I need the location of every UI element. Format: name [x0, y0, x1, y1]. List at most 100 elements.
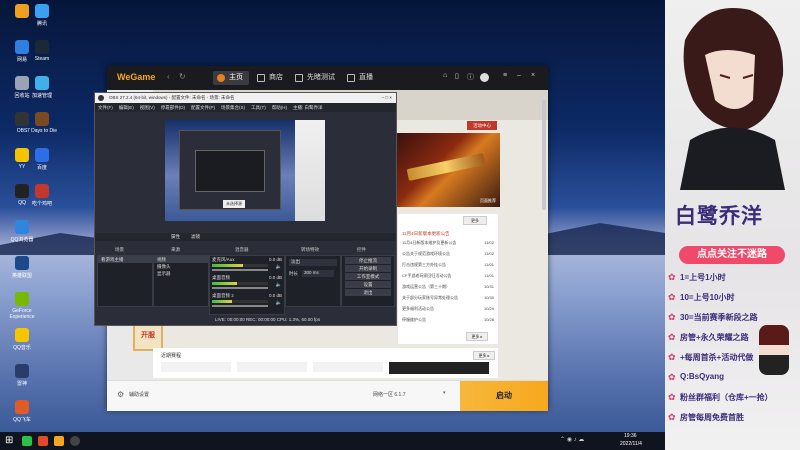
schedule-card[interactable]: [313, 362, 383, 372]
stream-info-line: 10=上号10小时: [680, 293, 735, 302]
speaker-icon[interactable]: 🔈: [276, 300, 282, 306]
tab-home[interactable]: 主页: [213, 71, 249, 85]
scene-item[interactable]: 看游戏主播: [98, 256, 152, 263]
volume-slider[interactable]: [212, 269, 268, 271]
desktop-icon-label: 腾讯: [36, 21, 47, 27]
volume-slider[interactable]: [212, 305, 268, 307]
desktop-icon[interactable]: GeForce Experience: [0, 292, 44, 320]
news-item[interactable]: 关于部分玩家账号异常处理公告 10/30: [402, 295, 494, 306]
obs-preview[interactable]: 未选择源: [165, 120, 325, 221]
obs-menu-item[interactable]: 视图(V): [140, 105, 155, 110]
desktop-icon[interactable]: 雷神: [0, 364, 44, 387]
activity-center-button[interactable]: 活动中心: [467, 121, 497, 130]
obs-menu-item[interactable]: 配置文件(P): [191, 105, 215, 110]
menu-icon[interactable]: ≡: [503, 72, 507, 79]
desktop-icon-label: 雷神: [16, 381, 27, 387]
settings-icon[interactable]: ⚙: [117, 390, 124, 399]
volume-slider[interactable]: [212, 287, 268, 289]
wegame-taskbar-icon[interactable]: [54, 436, 64, 446]
obs-control-button[interactable]: 设置: [345, 281, 391, 288]
schedule-card[interactable]: [161, 362, 231, 372]
obs-taskbar-icon[interactable]: [70, 436, 80, 446]
news-item[interactable]: 停服维护公告 10/28: [402, 317, 494, 328]
desktop-icon[interactable]: QQ浏览器: [0, 220, 44, 243]
desktop-icon[interactable]: 腾讯: [20, 4, 64, 27]
news-item[interactable]: 更多福利活动公告 10/29: [402, 306, 494, 317]
wechat-icon[interactable]: [22, 436, 32, 446]
browser-icon[interactable]: [38, 436, 48, 446]
duration-input[interactable]: 300 ms: [302, 270, 334, 277]
tab-preview-test[interactable]: 先睹测试: [291, 71, 341, 85]
news-item[interactable]: 11月4日新版本维护及更新公告 11/02: [402, 240, 494, 251]
tray-icons[interactable]: ⌃ ◉ ♪ ☁: [560, 436, 584, 443]
mixer-track-name: 桌面音频: [212, 275, 230, 280]
filters-button[interactable]: 滤镜: [191, 234, 200, 240]
close-icon[interactable]: ×: [531, 72, 535, 79]
tab-store[interactable]: 商店: [253, 71, 289, 85]
news-more-link[interactable]: 更多 ▸: [466, 332, 488, 341]
flower-icon: ✿: [668, 332, 676, 342]
news-item-date: 10/28: [483, 317, 494, 322]
desktop-icon[interactable]: 加速管理: [20, 76, 64, 99]
obs-control-button[interactable]: 开始录制: [345, 265, 391, 272]
chevron-down-icon[interactable]: ▾: [443, 390, 446, 396]
obs-menu-item[interactable]: 工具(T): [251, 105, 266, 110]
obs-control-button[interactable]: 退出: [345, 289, 391, 296]
launch-button[interactable]: 启动: [460, 381, 548, 411]
desktop-icon[interactable]: 英雄联盟: [0, 256, 44, 279]
bell-icon[interactable]: ▯: [455, 72, 459, 80]
banner-image[interactable]: 页面推荐: [395, 133, 500, 207]
transition-select[interactable]: 淡出: [289, 259, 337, 266]
stream-info-line: Q:BsQyang: [680, 372, 725, 381]
desktop-icon[interactable]: Steam: [20, 40, 64, 62]
news-item-title: 打击违规第三方外挂公告: [402, 262, 446, 267]
tab-live[interactable]: 直播: [343, 71, 379, 85]
source-item[interactable]: 显示器: [154, 270, 208, 277]
avatar[interactable]: [480, 73, 489, 82]
stream-info-line: 房管每周免费首胜: [680, 413, 744, 422]
news-item[interactable]: CF手游老玩家回归活动公告 11/01: [402, 273, 494, 284]
refresh-icon[interactable]: ↻: [179, 72, 186, 81]
start-icon[interactable]: ⊞: [5, 435, 13, 446]
news-item-title: 11月4日新版本维护及更新公告: [402, 240, 457, 245]
desktop-icon[interactable]: 百度: [20, 148, 64, 171]
bag-icon[interactable]: ⌂: [443, 72, 447, 79]
desktop-icon[interactable]: 7 Days to Die: [20, 112, 64, 134]
properties-button[interactable]: 属性: [171, 234, 180, 240]
obs-menu-item[interactable]: 帮助(H): [272, 105, 287, 110]
wegame-titlebar: WeGame ‹ ↻ 主页 商店 先睹测试 直播 ⌂ ▯ ⓘ ≡ – ×: [107, 66, 548, 90]
obs-control-button[interactable]: 停止推流: [345, 257, 391, 264]
clock-date[interactable]: 2022/11/4: [620, 441, 642, 447]
obs-menu-item[interactable]: 停靠部件(D): [161, 105, 185, 110]
desktop-icon[interactable]: QQ音乐: [0, 328, 44, 351]
news-more-button[interactable]: 更多: [463, 216, 487, 225]
desktop-icon[interactable]: 吃个鸡吧: [20, 184, 64, 207]
schedule-card[interactable]: [389, 362, 489, 374]
minimize-icon[interactable]: –: [517, 72, 521, 79]
window-controls[interactable]: – □ ×: [382, 93, 392, 103]
news-headline[interactable]: 11月4日新版本更新公告: [402, 231, 450, 237]
source-item[interactable]: 摄像头: [154, 263, 208, 270]
scrollbar[interactable]: [542, 100, 546, 210]
news-item[interactable]: 游戏运营公告（第三十期） 10/31: [402, 284, 494, 295]
region-select[interactable]: 网络一区 6.1.7: [373, 391, 406, 398]
back-icon[interactable]: ‹: [167, 72, 170, 81]
desktop-icon[interactable]: QQ飞车: [0, 400, 44, 423]
clock-time[interactable]: 19:36: [624, 433, 637, 439]
obs-control-button[interactable]: 工作室模式: [345, 273, 391, 280]
assist-settings-link[interactable]: 辅助设置: [129, 391, 149, 398]
wegame-bottom-bar: ⚙ 辅助设置 网络一区 6.1.7 ▾ 启动: [107, 380, 548, 411]
obs-menu-item[interactable]: 编辑(E): [119, 105, 134, 110]
news-item[interactable]: 公告关于规范游戏环境公告 11/02: [402, 251, 494, 262]
source-item[interactable]: 视频: [154, 256, 208, 263]
recent-schedule-more[interactable]: 更多 ▸: [473, 351, 495, 360]
obs-menu-item[interactable]: 文件(F): [98, 105, 113, 110]
info-icon[interactable]: ⓘ: [467, 72, 474, 82]
schedule-card[interactable]: [237, 362, 307, 372]
obs-menu-item[interactable]: 主播: 白鹭乔洋: [293, 105, 323, 110]
speaker-icon[interactable]: 🔈: [276, 282, 282, 288]
obs-menu-item[interactable]: 场景集合(S): [221, 105, 245, 110]
desktop-icon-label: 吃个鸡吧: [31, 201, 52, 207]
news-item[interactable]: 打击违规第三方外挂公告 11/01: [402, 262, 494, 273]
speaker-icon[interactable]: 🔈: [276, 264, 282, 270]
